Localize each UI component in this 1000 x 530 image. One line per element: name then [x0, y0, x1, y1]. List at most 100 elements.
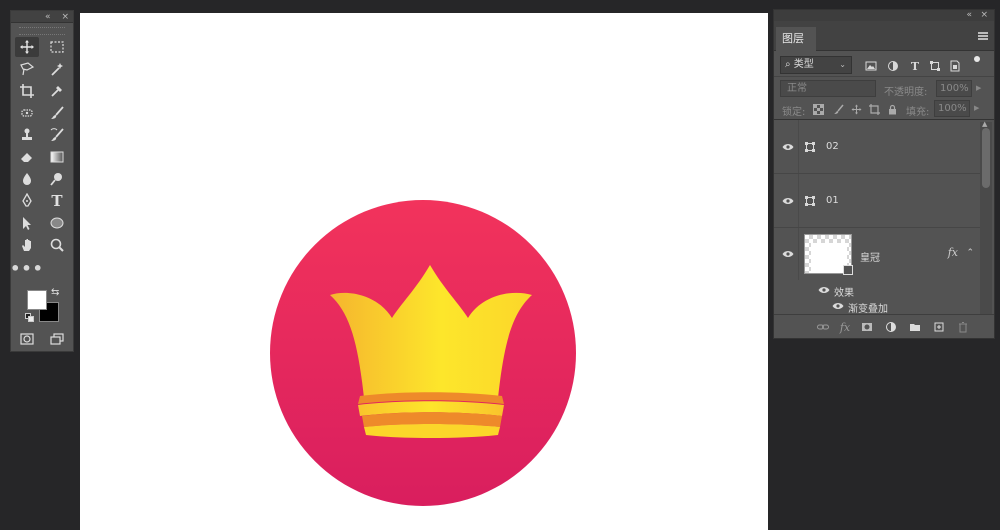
eye-icon[interactable] — [782, 143, 794, 151]
tab-layers[interactable]: 图层 — [776, 27, 816, 51]
chevron-right-icon[interactable]: ▶ — [974, 104, 979, 112]
effect-gradient-overlay-row[interactable]: 渐变叠加 — [774, 298, 980, 315]
effect-name: 渐变叠加 — [848, 304, 888, 315]
hand-icon — [22, 239, 31, 251]
shape-icon — [930, 61, 940, 71]
tools-panel-titlebar[interactable]: « × — [11, 11, 73, 23]
hand-tool[interactable] — [15, 235, 39, 255]
shape-layer-icon — [805, 196, 815, 206]
healing-tool[interactable] — [15, 103, 39, 123]
type-tool[interactable]: T — [45, 191, 69, 211]
lock-row: 锁定: 填充: 100% ▶ — [774, 98, 994, 120]
link-layers-button[interactable] — [816, 320, 830, 334]
chevron-up-icon[interactable]: ⌃ — [966, 248, 974, 258]
zoom-tool[interactable] — [45, 235, 69, 255]
new-layer-button[interactable] — [932, 320, 946, 334]
scrollbar-thumb[interactable] — [982, 128, 990, 188]
layer-name: 01 — [826, 195, 839, 206]
more-tools[interactable]: ••• — [10, 259, 43, 279]
layer-list: 02 01 皇冠 fx ⌃ 效果 渐变叠加 — [774, 120, 980, 315]
quick-mask-button[interactable] — [15, 329, 39, 349]
chevron-up-icon[interactable]: ▲ — [982, 120, 987, 128]
foreground-color-swatch[interactable] — [27, 290, 47, 310]
filter-shape-button[interactable] — [928, 59, 942, 73]
layers-panel-titlebar[interactable]: « × — [774, 10, 994, 21]
layer-row-crown[interactable]: 皇冠 fx ⌃ — [774, 228, 980, 280]
close-icon[interactable]: × — [61, 11, 69, 23]
eye-icon[interactable] — [782, 250, 794, 258]
new-group-button[interactable] — [908, 320, 922, 334]
smart-object-icon — [950, 60, 960, 72]
lasso-tool[interactable] — [15, 59, 39, 79]
collapse-icon[interactable]: « — [45, 11, 51, 23]
magic-wand-tool[interactable] — [45, 59, 69, 79]
panel-menu-icon[interactable] — [978, 32, 988, 40]
panel-grip[interactable] — [19, 27, 65, 35]
mask-icon — [862, 323, 872, 331]
blend-mode-select[interactable]: 正常 — [780, 80, 876, 97]
ellipse-tool[interactable] — [45, 213, 69, 233]
layer-row-02[interactable]: 02 — [774, 120, 980, 174]
move-icon — [851, 104, 861, 114]
pen-tool[interactable] — [15, 191, 39, 211]
lock-position-button[interactable] — [850, 103, 862, 115]
eye-icon[interactable] — [782, 197, 794, 205]
marquee-tool[interactable] — [45, 37, 69, 57]
magic-wand-icon — [51, 63, 63, 76]
adjustment-icon — [886, 322, 896, 332]
screen-mode-button[interactable] — [45, 329, 69, 349]
tools-panel: « × T ••• ⇆ — [10, 10, 74, 352]
crop-tool[interactable] — [15, 81, 39, 101]
eye-icon[interactable] — [832, 302, 844, 310]
eraser-tool[interactable] — [15, 147, 39, 167]
brush-icon — [833, 104, 844, 114]
collapse-icon[interactable]: « — [966, 10, 972, 21]
stamp-tool[interactable] — [15, 125, 39, 145]
opacity-input[interactable]: 100% — [936, 80, 972, 97]
layer-row-01[interactable]: 01 — [774, 174, 980, 228]
lock-artboard-button[interactable] — [868, 103, 880, 115]
filter-type-label: 类型 — [793, 59, 814, 70]
layers-scrollbar[interactable]: ▲ — [980, 120, 992, 314]
divider — [798, 174, 799, 227]
pen-icon — [22, 193, 32, 207]
document-canvas[interactable] — [80, 13, 768, 530]
brush-tool[interactable] — [45, 103, 69, 123]
fx-icon: fx — [839, 320, 851, 334]
chevron-right-icon[interactable]: ▶ — [976, 84, 981, 92]
folder-icon — [910, 324, 920, 331]
shape-layer-icon — [805, 142, 815, 152]
default-colors-icon[interactable] — [25, 313, 35, 323]
close-icon[interactable]: × — [980, 10, 988, 21]
history-brush-tool[interactable] — [45, 125, 69, 145]
eyedropper-tool[interactable] — [45, 81, 69, 101]
delete-layer-button[interactable] — [956, 320, 970, 334]
swap-colors-icon[interactable]: ⇆ — [51, 287, 59, 298]
lock-pixels-button[interactable] — [832, 103, 844, 115]
new-adjustment-button[interactable] — [884, 320, 898, 334]
filter-type-button[interactable]: T — [908, 59, 922, 73]
filter-pixel-button[interactable] — [864, 59, 878, 73]
ellipse-icon — [50, 217, 64, 229]
path-select-tool[interactable] — [15, 213, 39, 233]
dodge-tool[interactable] — [45, 169, 69, 189]
lock-all-button[interactable] — [886, 103, 898, 115]
gradient-tool[interactable] — [45, 147, 69, 167]
fx-icon[interactable]: fx — [948, 246, 958, 259]
brush-icon — [51, 106, 64, 119]
fill-input[interactable]: 100% — [934, 100, 970, 117]
filter-smart-object-button[interactable] — [948, 59, 962, 73]
move-tool[interactable] — [15, 37, 39, 57]
stamp-icon — [22, 128, 32, 140]
add-mask-button[interactable] — [860, 320, 874, 334]
lock-transparent-button[interactable] — [812, 103, 824, 115]
filter-adjustment-button[interactable] — [886, 59, 900, 73]
eye-icon[interactable] — [818, 286, 830, 294]
filter-toggle[interactable] — [974, 56, 980, 62]
chevron-down-icon: ⌄ — [839, 60, 846, 69]
blur-tool[interactable] — [15, 169, 39, 189]
add-style-button[interactable]: fx — [838, 320, 852, 334]
gradient-icon — [50, 151, 64, 163]
filter-type-select[interactable]: ⌕ 类型 ⌄ — [780, 56, 852, 74]
layer-effects-row[interactable]: 效果 — [774, 282, 980, 299]
